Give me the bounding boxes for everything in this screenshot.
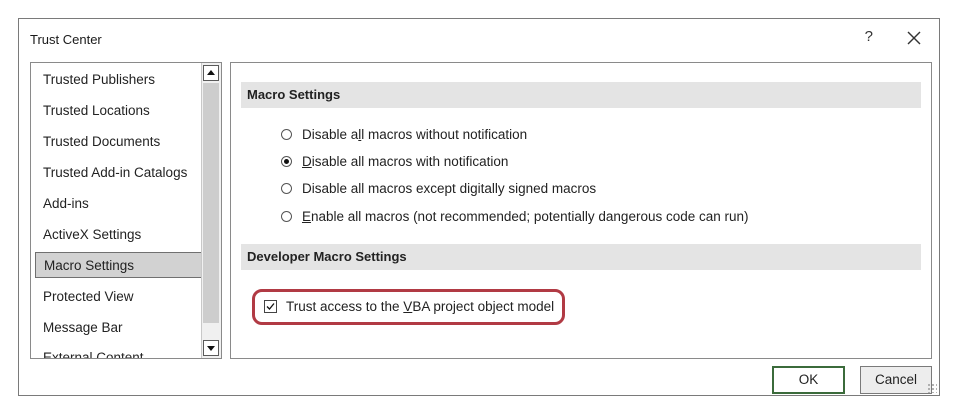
radio-label: Disable all macros with notification xyxy=(302,153,509,169)
settings-panel: Macro Settings Disable all macros withou… xyxy=(230,62,932,359)
checkmark-icon xyxy=(266,302,275,310)
ok-button[interactable]: OK xyxy=(772,366,845,394)
radio-button-selected[interactable] xyxy=(281,155,292,167)
sidebar-item-trusted-addin-catalogs[interactable]: Trusted Add-in Catalogs xyxy=(35,160,203,186)
radio-button[interactable] xyxy=(281,210,292,222)
radio-button[interactable] xyxy=(281,128,292,140)
close-icon xyxy=(907,31,921,45)
radio-disable-except-signed[interactable]: Disable all macros except digitally sign… xyxy=(281,178,596,198)
close-button[interactable] xyxy=(903,27,925,49)
cancel-button[interactable]: Cancel xyxy=(860,366,932,394)
help-button[interactable]: ? xyxy=(865,28,873,45)
radio-disable-with-notification[interactable]: Disable all macros with notification xyxy=(281,151,508,171)
checkbox-label: Trust access to the VBA project object m… xyxy=(286,298,555,314)
sidebar-item-trusted-publishers[interactable]: Trusted Publishers xyxy=(35,67,203,93)
sidebar-item-protected-view[interactable]: Protected View xyxy=(35,284,203,310)
scrollbar-thumb[interactable] xyxy=(203,83,219,323)
sidebar-item-macro-settings[interactable]: Macro Settings xyxy=(35,252,203,278)
sidebar-item-activex-settings[interactable]: ActiveX Settings xyxy=(35,222,203,248)
scroll-down-button[interactable] xyxy=(203,340,219,356)
sidebar-item-trusted-locations[interactable]: Trusted Locations xyxy=(35,98,203,124)
sidebar-item-external-content[interactable]: External Content xyxy=(35,345,203,358)
scroll-up-button[interactable] xyxy=(203,65,219,81)
developer-macro-settings-header: Developer Macro Settings xyxy=(241,244,921,270)
category-list: Trusted Publishers Trusted Locations Tru… xyxy=(30,62,222,359)
radio-label: Enable all macros (not recommended; pote… xyxy=(302,208,749,224)
sidebar-item-trusted-documents[interactable]: Trusted Documents xyxy=(35,129,203,155)
sidebar-item-message-bar[interactable]: Message Bar xyxy=(35,315,203,341)
trust-vba-checkbox[interactable] xyxy=(264,299,277,313)
dialog-title: Trust Center xyxy=(30,32,102,47)
macro-settings-header: Macro Settings xyxy=(241,82,921,108)
sidebar-scrollbar[interactable] xyxy=(201,63,221,358)
radio-label: Disable all macros except digitally sign… xyxy=(302,180,597,196)
radio-button[interactable] xyxy=(281,182,292,194)
triangle-up-icon xyxy=(207,70,215,75)
radio-label: Disable all macros without notification xyxy=(302,126,528,142)
resize-grip-icon[interactable] xyxy=(927,383,937,393)
triangle-down-icon xyxy=(207,346,215,351)
radio-disable-without-notification[interactable]: Disable all macros without notification xyxy=(281,124,527,144)
radio-enable-all-macros[interactable]: Enable all macros (not recommended; pote… xyxy=(281,206,749,226)
sidebar-item-add-ins[interactable]: Add-ins xyxy=(35,191,203,217)
trust-vba-access-option[interactable]: Trust access to the VBA project object m… xyxy=(264,296,554,316)
trust-center-dialog: Trust Center ? Trusted Publishers Truste… xyxy=(18,18,940,396)
